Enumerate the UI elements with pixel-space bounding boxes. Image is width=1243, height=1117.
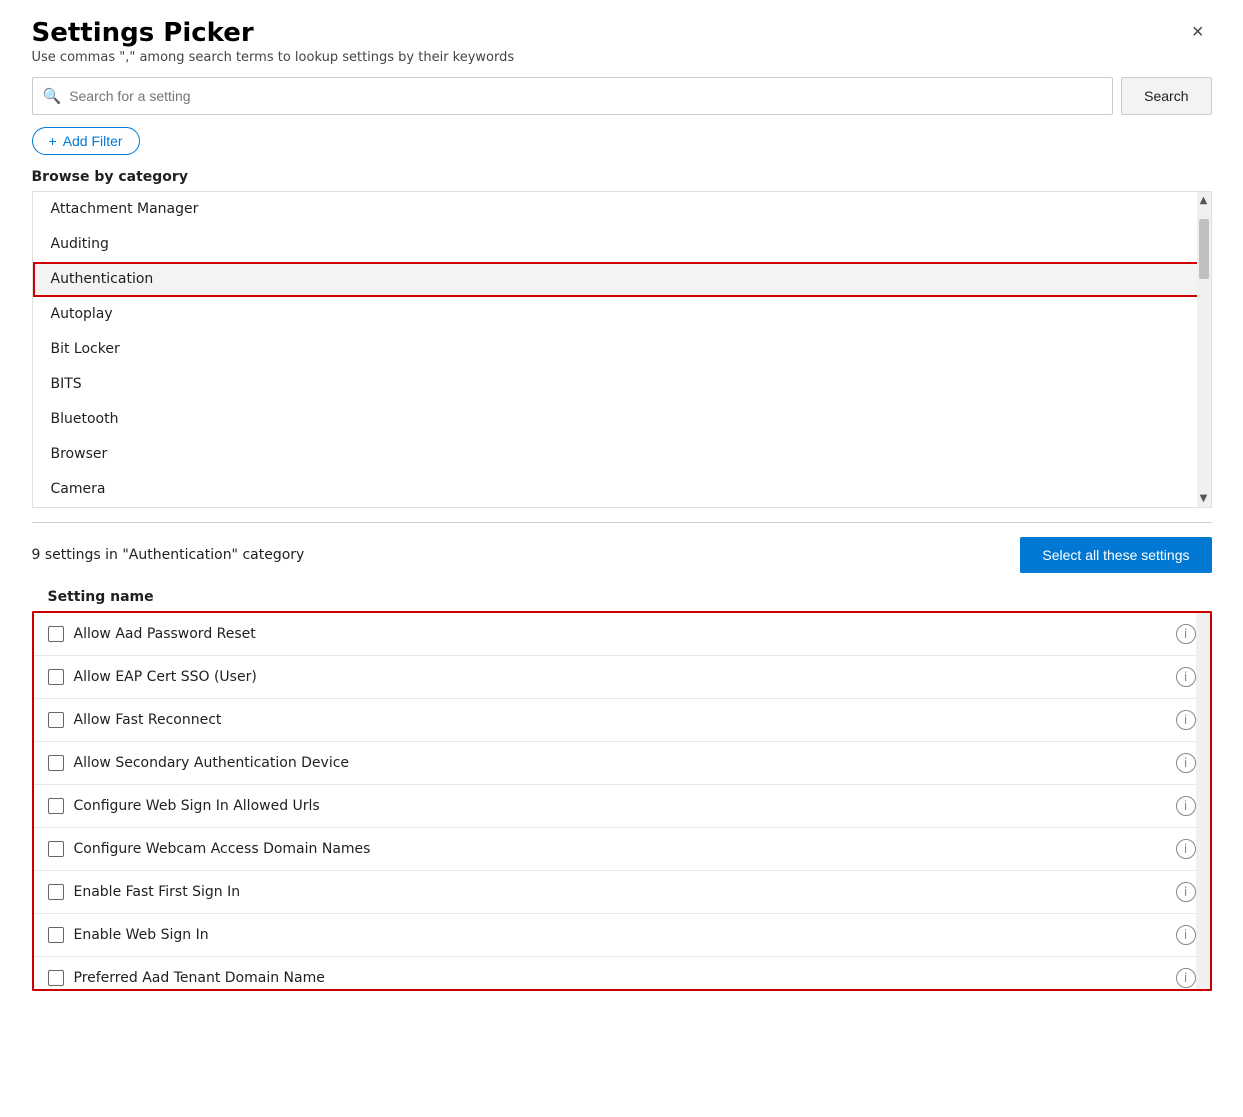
scroll-up-arrow[interactable]: ▲ (1197, 192, 1211, 209)
settings-item-label: Preferred Aad Tenant Domain Name (74, 970, 325, 986)
info-icon[interactable]: i (1176, 925, 1196, 945)
settings-list-item: Configure Web Sign In Allowed Urls i (34, 785, 1210, 828)
close-button[interactable]: × (1184, 18, 1212, 46)
settings-checkbox[interactable] (48, 927, 64, 943)
results-header: 9 settings in "Authentication" category … (32, 537, 1212, 573)
settings-list-container: Allow Aad Password ResetiAllow EAP Cert … (32, 611, 1212, 991)
settings-list-item: Allow Aad Password Reset i (34, 613, 1210, 656)
scroll-down-arrow[interactable]: ▼ (1197, 490, 1211, 507)
search-input-wrap: 🔍 (32, 77, 1114, 115)
settings-list-item: Allow Secondary Authentication Device i (34, 742, 1210, 785)
settings-item-label: Allow Secondary Authentication Device (74, 755, 350, 771)
search-input[interactable] (69, 88, 1102, 104)
category-item[interactable]: BITS (33, 367, 1211, 402)
settings-item-left: Configure Webcam Access Domain Names (48, 841, 371, 857)
settings-checkbox[interactable] (48, 841, 64, 857)
settings-scrollbar[interactable] (1196, 613, 1210, 989)
settings-list-item: Enable Fast First Sign In i (34, 871, 1210, 914)
settings-item-label: Allow Aad Password Reset (74, 626, 256, 642)
settings-item-label: Enable Web Sign In (74, 927, 209, 943)
info-icon[interactable]: i (1176, 882, 1196, 902)
settings-checkbox[interactable] (48, 626, 64, 642)
settings-item-label: Allow Fast Reconnect (74, 712, 222, 728)
settings-list-item: Configure Webcam Access Domain Names i (34, 828, 1210, 871)
category-item[interactable]: Auditing (33, 227, 1211, 262)
settings-table-header: Setting name (32, 583, 1212, 611)
settings-checkbox[interactable] (48, 755, 64, 771)
category-item[interactable]: Autoplay (33, 297, 1211, 332)
info-icon[interactable]: i (1176, 796, 1196, 816)
select-all-button[interactable]: Select all these settings (1020, 537, 1211, 573)
plus-icon: + (49, 133, 57, 149)
settings-checkbox[interactable] (48, 669, 64, 685)
settings-list-item: Allow Fast Reconnect i (34, 699, 1210, 742)
category-item[interactable]: Attachment Manager (33, 192, 1211, 227)
category-list: Attachment ManagerAuditingAuthentication… (33, 192, 1211, 507)
settings-item-label: Enable Fast First Sign In (74, 884, 241, 900)
category-item[interactable]: Browser (33, 437, 1211, 472)
category-item[interactable]: Camera (33, 472, 1211, 507)
search-row: 🔍 Search (32, 77, 1212, 115)
settings-item-left: Allow Aad Password Reset (48, 626, 256, 642)
search-button[interactable]: Search (1121, 77, 1211, 115)
settings-list-item: Preferred Aad Tenant Domain Name i (34, 957, 1210, 991)
search-icon: 🔍 (43, 87, 62, 105)
settings-checkbox[interactable] (48, 970, 64, 986)
info-icon[interactable]: i (1176, 667, 1196, 687)
settings-checkbox[interactable] (48, 884, 64, 900)
info-icon[interactable]: i (1176, 710, 1196, 730)
settings-item-left: Enable Fast First Sign In (48, 884, 241, 900)
settings-item-label: Allow EAP Cert SSO (User) (74, 669, 257, 685)
dialog-title: Settings Picker (32, 18, 515, 48)
settings-item-left: Enable Web Sign In (48, 927, 209, 943)
scroll-track (1197, 209, 1211, 490)
category-item[interactable]: Authentication (33, 262, 1211, 297)
settings-list-item: Enable Web Sign In i (34, 914, 1210, 957)
settings-item-label: Configure Web Sign In Allowed Urls (74, 798, 320, 814)
settings-checkbox[interactable] (48, 712, 64, 728)
info-icon[interactable]: i (1176, 753, 1196, 773)
section-divider (32, 522, 1212, 523)
add-filter-button[interactable]: + Add Filter (32, 127, 140, 155)
info-icon[interactable]: i (1176, 839, 1196, 859)
settings-item-left: Allow Secondary Authentication Device (48, 755, 350, 771)
settings-item-left: Allow Fast Reconnect (48, 712, 222, 728)
info-icon[interactable]: i (1176, 624, 1196, 644)
info-icon[interactable]: i (1176, 968, 1196, 988)
add-filter-label: Add Filter (63, 133, 123, 149)
settings-item-label: Configure Webcam Access Domain Names (74, 841, 371, 857)
settings-item-left: Preferred Aad Tenant Domain Name (48, 970, 325, 986)
category-item[interactable]: Bit Locker (33, 332, 1211, 367)
results-count: 9 settings in "Authentication" category (32, 547, 305, 563)
settings-checkbox[interactable] (48, 798, 64, 814)
settings-item-left: Configure Web Sign In Allowed Urls (48, 798, 320, 814)
settings-list: Allow Aad Password ResetiAllow EAP Cert … (34, 613, 1210, 991)
browse-category-title: Browse by category (32, 169, 1212, 185)
dialog-subtitle: Use commas "," among search terms to loo… (32, 50, 515, 65)
category-scrollbar[interactable]: ▲ ▼ (1197, 192, 1211, 507)
category-item[interactable]: Bluetooth (33, 402, 1211, 437)
settings-list-item: Allow EAP Cert SSO (User) i (34, 656, 1210, 699)
category-list-container: Attachment ManagerAuditingAuthentication… (32, 191, 1212, 508)
settings-item-left: Allow EAP Cert SSO (User) (48, 669, 257, 685)
scroll-thumb[interactable] (1199, 219, 1209, 279)
